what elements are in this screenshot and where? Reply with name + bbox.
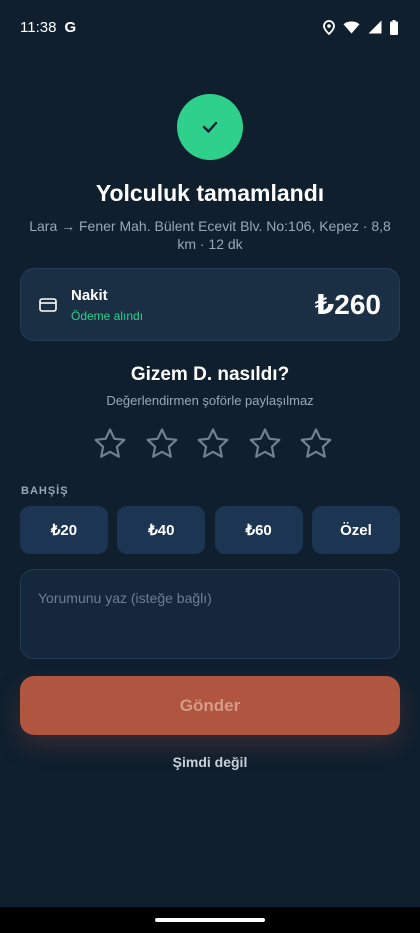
location-icon	[323, 19, 335, 35]
payment-status: Ödeme alındı	[71, 308, 144, 323]
status-right	[323, 19, 398, 35]
signal-icon	[368, 20, 382, 34]
tip-option-60[interactable]: ₺60	[214, 506, 303, 554]
not-now-link[interactable]: Şimdi değil	[0, 754, 420, 770]
payment-info: Nakit Ödeme alındı	[71, 287, 315, 323]
tip-option-20[interactable]: ₺20	[20, 506, 108, 554]
credit-card-icon	[39, 295, 59, 315]
tip-label: BAHŞİŞ	[21, 485, 69, 497]
home-indicator[interactable]	[155, 918, 265, 922]
star-2-icon[interactable]	[145, 427, 179, 461]
tip-options: ₺20 ₺40 ₺60 Özel	[20, 506, 400, 554]
system-nav-bar	[0, 907, 420, 933]
wifi-icon	[343, 21, 360, 34]
rating-title: Gizem D. nasıldı?	[130, 364, 290, 385]
google-icon: G	[64, 18, 77, 36]
success-check-icon	[177, 94, 243, 160]
star-3-icon[interactable]	[196, 427, 230, 461]
status-time: 11:38	[20, 18, 57, 36]
trip-route-summary: Lara → Fener Mah. Bülent Ecevit Blv. No:…	[29, 218, 391, 252]
star-rating	[93, 427, 333, 463]
star-5-icon[interactable]	[299, 427, 333, 461]
comment-field[interactable]	[20, 569, 400, 659]
tip-option-40[interactable]: ₺40	[117, 506, 206, 554]
status-left: 11:38 G	[20, 19, 76, 36]
submit-button[interactable]: Gönder	[20, 676, 400, 735]
fare-amount: ₺260	[314, 289, 381, 320]
star-1-icon[interactable]	[93, 427, 127, 461]
rating-subtitle: Değerlendirmen şoförle paylaşılmaz	[106, 393, 314, 408]
battery-icon	[390, 19, 398, 35]
payment-method: Nakit	[71, 286, 108, 304]
tip-option-custom[interactable]: Özel	[311, 506, 400, 554]
star-4-icon[interactable]	[248, 427, 282, 461]
status-bar: 11:38 G	[0, 0, 420, 54]
payment-card: Nakit Ödeme alındı ₺260	[20, 268, 400, 341]
page-title: Yolculuk tamamlandı	[95, 180, 325, 206]
